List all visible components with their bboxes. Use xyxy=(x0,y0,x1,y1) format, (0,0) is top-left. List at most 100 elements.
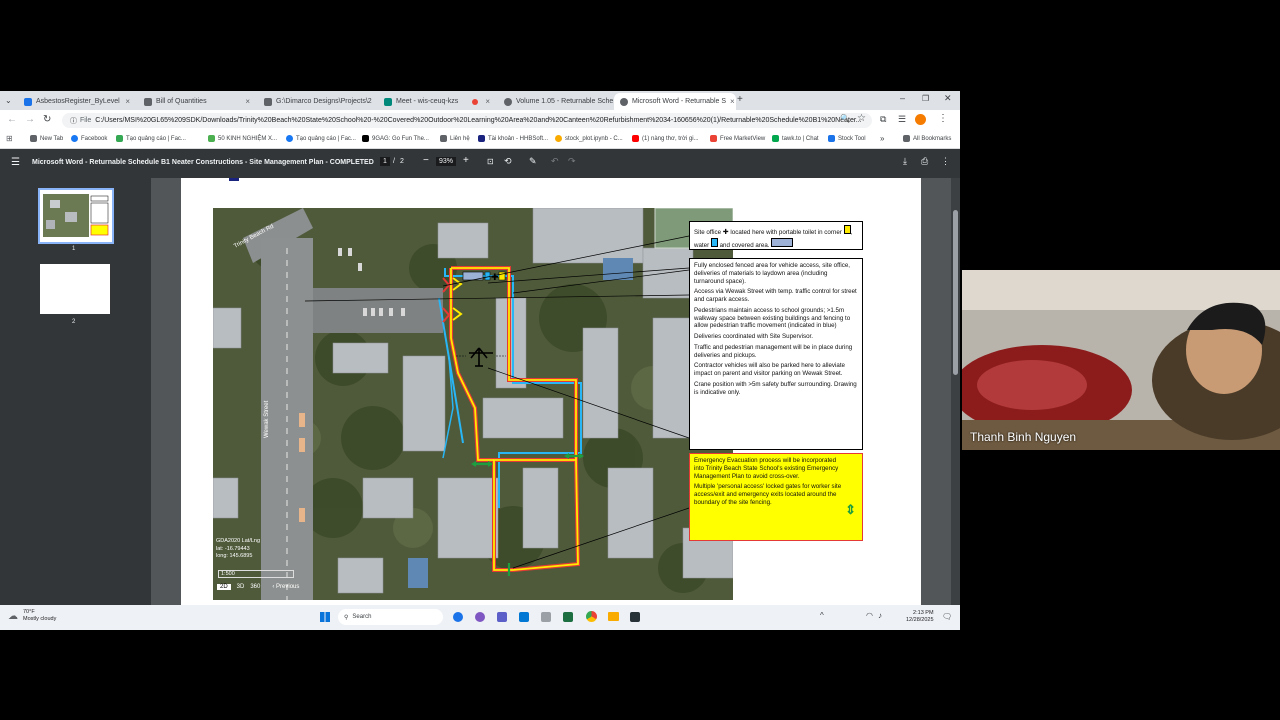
address-bar[interactable]: ⓘ File C:/Users/MSI%20GL65%209SDK/Downlo… xyxy=(62,113,872,128)
close-icon[interactable]: × xyxy=(245,97,250,106)
site-plan-graphic: ✚ Trinity Beach Rd Wewak Street xyxy=(213,208,733,600)
callout-paragraph: Traffic and pedestrian management will b… xyxy=(694,343,853,359)
all-bookmarks[interactable]: All Bookmarks xyxy=(903,135,951,142)
globe-icon xyxy=(504,97,512,106)
bookmark-9gag[interactable]: 9GAG: Go Fun The... xyxy=(362,135,429,142)
redo-icon[interactable]: ↷ xyxy=(568,156,576,167)
aerial-site-map: ✚ Trinity Beach Rd Wewak Street GDA2020 … xyxy=(213,208,733,600)
tab-volume[interactable]: Volume 1.05 - Returnable Sche × xyxy=(498,93,616,110)
notifications-icon[interactable]: 🗨 xyxy=(942,612,952,621)
extensions-icon[interactable]: ⧉ xyxy=(880,114,886,125)
app-icon[interactable] xyxy=(630,612,640,622)
undo-icon[interactable]: ↶ xyxy=(551,156,559,167)
print-icon[interactable]: ⎙ xyxy=(921,156,928,167)
zoom-in-icon[interactable]: + xyxy=(463,155,469,166)
bookmark-youtube[interactable]: (1) nàng thơ, trời gi... xyxy=(632,135,699,142)
view-3d-button[interactable]: 3D xyxy=(237,584,245,590)
bookmark-tawk[interactable]: tawk.to | Chat xyxy=(772,135,819,142)
pdf-menu-icon[interactable]: ☰ xyxy=(11,157,20,168)
tab-dimarco[interactable]: G:\Dimarco Designs\Projects\2 × xyxy=(258,93,376,110)
view-360-button[interactable]: 360 xyxy=(250,584,260,590)
apps-icon[interactable]: ⊞ xyxy=(6,134,13,143)
taskview-icon[interactable] xyxy=(453,612,463,622)
vertical-scrollbar[interactable] xyxy=(951,178,960,630)
thumbnail-label-1: 1 xyxy=(72,246,76,252)
profile-avatar[interactable] xyxy=(915,114,926,125)
close-icon[interactable]: × xyxy=(125,97,130,106)
callout-paragraph: Deliveries coordinated with Site Supervi… xyxy=(694,333,813,340)
chat-icon xyxy=(772,135,779,142)
bookmark-new-tab[interactable]: New Tab xyxy=(30,135,63,142)
zoom-level-input[interactable]: 93% xyxy=(436,157,457,166)
file-explorer-icon[interactable] xyxy=(608,612,619,621)
bookmark-label: New Tab xyxy=(40,135,64,142)
gate-arrow-icon: ⇕ xyxy=(845,502,856,517)
minimize-icon[interactable]: – xyxy=(900,93,905,103)
tray-chevron-icon[interactable]: ^ xyxy=(820,611,824,620)
thumbnail-page-1[interactable] xyxy=(38,188,114,244)
taskbar-search[interactable]: ⚲ Search xyxy=(338,609,443,625)
tab-bill-of-quantities[interactable]: Bill of Quantities × xyxy=(138,93,256,110)
bookmark-label: (1) nàng thơ, trời gi... xyxy=(642,135,699,142)
download-icon[interactable]: ⤓ xyxy=(903,156,907,167)
forward-icon[interactable]: → xyxy=(25,114,35,125)
new-tab-button[interactable]: + xyxy=(737,94,743,105)
bookmark-star-icon[interactable]: ☆ xyxy=(857,113,866,124)
participant-video-tile: Thanh Binh Nguyen xyxy=(962,270,1280,450)
excel-icon[interactable] xyxy=(563,612,573,622)
pdf-viewer: ✚ Trinity Beach Rd Wewak Street GDA2020 … xyxy=(151,178,960,630)
map-previous-button[interactable]: ‹ Previous xyxy=(272,584,299,590)
bookmark-ads-1[interactable]: Tạo quảng cáo | Fac... xyxy=(116,135,186,142)
page-number-input[interactable]: 1 xyxy=(380,157,390,166)
tab-asbestos[interactable]: AsbestosRegister_ByLevel × xyxy=(18,93,136,110)
zoom-out-icon[interactable]: − xyxy=(423,155,429,166)
close-icon[interactable]: × xyxy=(485,97,490,106)
bookmark-facebook[interactable]: Facebook xyxy=(71,135,107,142)
scrollbar-thumb[interactable] xyxy=(953,210,958,375)
more-options-icon[interactable]: ⋮ xyxy=(941,156,950,167)
volume-icon[interactable]: ♪ xyxy=(878,611,882,620)
weather-widget[interactable]: ☁ 70°F Mostly cloudy xyxy=(8,609,56,623)
close-icon[interactable]: × xyxy=(730,97,735,106)
chrome-icon[interactable] xyxy=(586,611,597,622)
doc-icon xyxy=(24,97,32,106)
start-icon[interactable] xyxy=(320,612,330,622)
annotate-icon[interactable]: ✎ xyxy=(529,156,537,167)
chat-app-icon[interactable] xyxy=(519,612,529,622)
callout-paragraph: Fully enclosed fenced area for vehicle a… xyxy=(694,262,851,285)
fit-page-icon[interactable]: ⊡ xyxy=(487,157,494,166)
restore-icon[interactable]: ❐ xyxy=(922,94,929,103)
tab-groups-icon[interactable]: ☰ xyxy=(898,114,906,125)
back-icon[interactable]: ← xyxy=(7,114,17,125)
bookmark-hhbsoft[interactable]: Tài khoản - HHBSoft... xyxy=(478,135,548,142)
weather-desc: Mostly cloudy xyxy=(23,616,57,623)
bookmark-lien-he[interactable]: Liên hệ xyxy=(440,135,470,142)
chart-icon xyxy=(710,135,717,142)
bookmark-50-kinh[interactable]: 50 KINH NGHIỆM X... xyxy=(208,135,277,142)
rotate-icon[interactable]: ⟲ xyxy=(504,156,512,167)
bookmark-marketview[interactable]: Free MarketView xyxy=(710,135,765,142)
files-icon[interactable] xyxy=(541,612,551,622)
thumbnail-page-2[interactable] xyxy=(40,264,110,314)
pdf-toolbar: ☰ Microsoft Word - Returnable Schedule B… xyxy=(0,149,960,178)
tab-microsoft-word[interactable]: Microsoft Word - Returnable S × xyxy=(614,93,736,110)
page-total: 2 xyxy=(400,158,404,165)
view-2d-button[interactable]: 2D xyxy=(217,584,231,590)
callout-paragraph: Access via Wewak Street with temp. traff… xyxy=(694,288,857,303)
bookmark-label: 50 KINH NGHIỆM X... xyxy=(218,135,278,142)
copilot-icon[interactable] xyxy=(475,612,485,622)
window-close-icon[interactable]: ✕ xyxy=(944,93,952,104)
clock[interactable]: 2:13 PM 12/28/2025 xyxy=(906,610,934,624)
more-bookmarks-icon[interactable]: » xyxy=(880,134,884,143)
teams-icon[interactable] xyxy=(497,612,507,622)
bookmark-ads-2[interactable]: Tạo quảng cáo | Fac... xyxy=(286,135,356,142)
bookmark-colab[interactable]: stock_plot.ipynb - C... xyxy=(555,135,623,142)
wifi-icon[interactable]: ◠ xyxy=(866,611,873,620)
reload-icon[interactable]: ↻ xyxy=(43,114,51,125)
zoom-icon[interactable]: 🔍 xyxy=(840,114,850,123)
tab-meet[interactable]: Meet - wis-ceuq-kzs × xyxy=(378,93,496,110)
menu-icon[interactable]: ⋮ xyxy=(938,113,948,124)
browser-window: ⌄ AsbestosRegister_ByLevel × Bill of Qua… xyxy=(0,91,960,630)
bookmark-stock-tool[interactable]: Stock Tool xyxy=(828,135,866,142)
tab-search-icon[interactable]: ⌄ xyxy=(5,96,12,105)
